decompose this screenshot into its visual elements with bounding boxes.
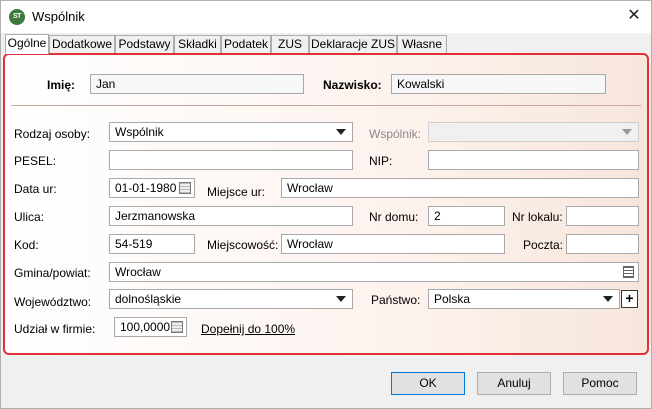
data-ur-label: Data ur:	[14, 182, 57, 196]
nip-label: NIP:	[369, 154, 393, 168]
rodzaj-osoby-value: Wspólnik	[115, 125, 164, 139]
help-button[interactable]: Pomoc	[563, 372, 637, 395]
add-country-button[interactable]: +	[621, 290, 638, 308]
tab-podstawy[interactable]: Podstawy	[115, 35, 174, 53]
gmina-field[interactable]: Wrocław	[109, 262, 639, 282]
gmina-label: Gmina/powiat:	[14, 266, 91, 280]
rodzaj-osoby-select[interactable]: Wspólnik	[109, 122, 353, 142]
window-title: Wspólnik	[32, 9, 85, 24]
calendar-icon[interactable]	[179, 182, 191, 194]
miejsce-ur-field[interactable]: Wrocław	[281, 178, 639, 198]
kod-label: Kod:	[14, 238, 39, 252]
rodzaj-osoby-label: Rodzaj osoby:	[14, 127, 91, 141]
udzial-value: 100,0000	[120, 320, 171, 334]
tab-wlasne[interactable]: Własne	[397, 35, 447, 53]
wojewodztwo-label: Województwo:	[14, 295, 92, 309]
chevron-down-icon	[336, 129, 346, 135]
panstwo-value: Polska	[434, 292, 471, 306]
tab-deklaracje-zus[interactable]: Deklaracje ZUS	[309, 35, 397, 53]
calculator-icon[interactable]	[171, 321, 183, 333]
udzial-label: Udział w firmie:	[14, 322, 96, 336]
ulica-label: Ulica:	[14, 210, 45, 224]
chevron-down-icon	[336, 296, 346, 302]
nr-domu-field[interactable]: 2	[428, 206, 505, 226]
nip-field[interactable]	[428, 150, 639, 170]
data-ur-field[interactable]: 01-01-1980	[109, 178, 195, 198]
miejsce-ur-label: Miejsce ur:	[207, 185, 266, 199]
udzial-field[interactable]: 100,0000	[114, 317, 187, 337]
wojewodztwo-value: dolnośląskie	[115, 292, 182, 306]
wspolnik-label: Wspólnik:	[369, 127, 422, 141]
tab-dodatkowe[interactable]: Dodatkowe	[49, 35, 115, 53]
ulica-field[interactable]: Jerzmanowska	[109, 206, 353, 226]
fill-to-100-link[interactable]: Dopełnij do 100%	[201, 322, 295, 336]
dialog-window: ST Wspólnik ✕ Ogólne Dodatkowe Podstawy …	[0, 0, 652, 409]
nr-lokalu-field[interactable]	[566, 206, 639, 226]
tab-ogolne[interactable]: Ogólne	[5, 34, 49, 54]
miejscowosc-field[interactable]: Wrocław	[281, 234, 505, 254]
poczta-label: Poczta:	[523, 238, 564, 252]
pesel-label: PESEL:	[14, 154, 57, 168]
cancel-button[interactable]: Anuluj	[477, 372, 551, 395]
gmina-value: Wrocław	[115, 265, 161, 279]
ok-button[interactable]: OK	[391, 372, 465, 395]
data-ur-value: 01-01-1980	[115, 181, 177, 195]
kod-field[interactable]: 54-519	[109, 234, 195, 254]
tab-podatek[interactable]: Podatek	[221, 35, 271, 53]
wspolnik-select[interactable]	[428, 122, 639, 142]
miejscowosc-label: Miejscowość:	[207, 238, 279, 252]
title-bar: ST Wspólnik ✕	[1, 1, 651, 33]
imie-label: Imię:	[47, 78, 76, 92]
nazwisko-field[interactable]: Kowalski	[391, 74, 606, 94]
nr-lokalu-label: Nr lokalu:	[512, 210, 563, 224]
pesel-field[interactable]	[109, 150, 353, 170]
close-icon[interactable]: ✕	[623, 5, 645, 27]
general-panel: Imię: Jan Nazwisko: Kowalski Rodzaj osob…	[3, 53, 649, 355]
poczta-field[interactable]	[566, 234, 639, 254]
tab-zus[interactable]: ZUS	[271, 35, 309, 53]
imie-field[interactable]: Jan	[90, 74, 304, 94]
app-icon: ST	[9, 9, 25, 25]
chevron-down-icon	[622, 129, 632, 135]
wojewodztwo-select[interactable]: dolnośląskie	[109, 289, 353, 309]
nazwisko-label: Nazwisko:	[323, 78, 382, 92]
chevron-down-icon	[603, 296, 613, 302]
nr-domu-label: Nr domu:	[369, 210, 419, 224]
section-divider	[11, 105, 641, 106]
panstwo-label: Państwo:	[371, 293, 421, 307]
tab-skladki[interactable]: Składki	[174, 35, 221, 53]
list-picker-icon[interactable]	[623, 266, 634, 278]
panstwo-select[interactable]: Polska	[428, 289, 620, 309]
